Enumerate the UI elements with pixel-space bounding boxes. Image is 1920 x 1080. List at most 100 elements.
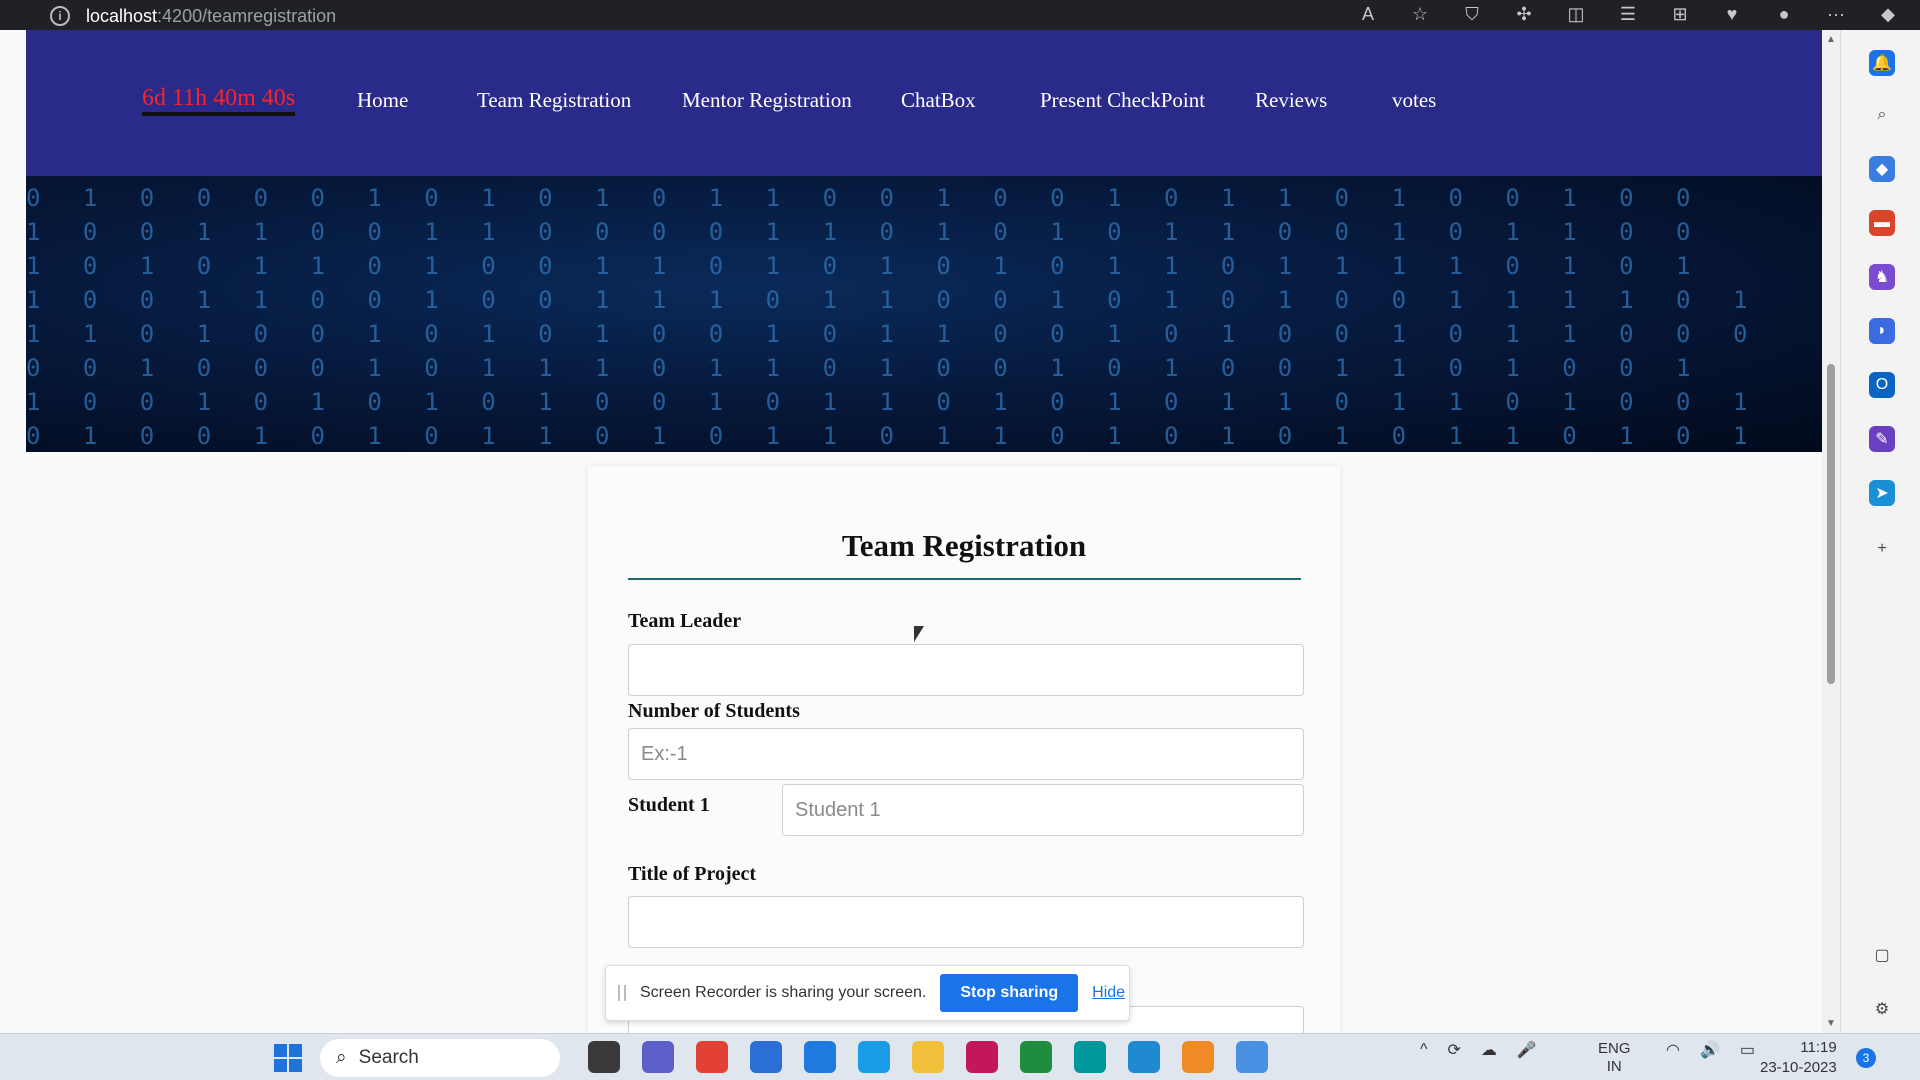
page-viewport: 6d 11h 40m 40s Home Team Registration Me… (26, 30, 1854, 1033)
scroll-up-icon[interactable]: ▲ (1826, 34, 1836, 45)
url-path: :4200/teamregistration (157, 5, 337, 26)
screen-recorder-icon[interactable] (966, 1041, 998, 1073)
task-view-icon[interactable] (588, 1041, 620, 1073)
banner-row: 1 1 0 1 0 0 1 0 1 0 1 0 0 1 0 1 1 0 0 1 … (26, 320, 1762, 348)
mail-icon[interactable] (804, 1041, 836, 1073)
project-title-input[interactable] (628, 896, 1304, 948)
registration-form-card: Team Registration Team Leader Number of … (588, 466, 1340, 1033)
collections-icon[interactable]: ⊞ (1668, 4, 1692, 25)
system-tray: ^ ⟳ ☁ 🎤 (1420, 1040, 1537, 1060)
copilot-icon[interactable]: ◆ (1876, 4, 1900, 25)
teams-chat-icon[interactable] (642, 1041, 674, 1073)
number-of-students-label: Number of Students (628, 700, 800, 722)
scroll-thumb[interactable] (1827, 364, 1835, 684)
language-code: ENG (1598, 1040, 1631, 1057)
search-label: Search (358, 1047, 419, 1068)
countdown-timer: 6d 11h 40m 40s (142, 85, 296, 116)
banner-row: 1 0 0 1 0 1 0 1 0 1 0 0 1 0 1 1 0 1 0 1 … (26, 388, 1762, 416)
browser-sidebar: 🔔 ⌕ ◆ ▬ ♞ ◗ O ✎ ➤ + ▢ ⚙ (1840, 30, 1920, 1033)
games-icon[interactable]: ♞ (1869, 264, 1895, 290)
sync-icon[interactable]: ⟳ (1448, 1040, 1461, 1060)
project-title-label: Title of Project (628, 863, 757, 885)
nav-present-checkpoint[interactable]: Present CheckPoint (1040, 88, 1205, 113)
clock[interactable]: 11:19 23-10-2023 (1760, 1038, 1837, 1078)
nav-team-registration[interactable]: Team Registration (477, 88, 631, 113)
banner-row: 0 1 0 0 1 0 1 0 1 1 0 1 0 1 1 0 1 1 0 1 … (26, 422, 1762, 450)
xbox-icon[interactable] (1020, 1041, 1052, 1073)
team-leader-input[interactable] (628, 644, 1304, 696)
favorites-list-icon[interactable]: ☰ (1616, 4, 1640, 25)
banner-row: 0 1 0 0 0 0 1 0 1 0 1 0 1 1 0 0 1 0 0 1 … (26, 184, 1705, 212)
copilot-app-icon[interactable]: ◗ (1869, 318, 1895, 344)
share-message: Screen Recorder is sharing your screen. (640, 984, 927, 1001)
split-screen-icon[interactable]: ◫ (1564, 4, 1588, 25)
arduino-icon[interactable] (1074, 1041, 1106, 1073)
chrome-icon[interactable] (696, 1041, 728, 1073)
pinned-apps (588, 1041, 1268, 1073)
status-icons: ◠ 🔊 ▭ (1666, 1040, 1755, 1060)
language-region: IN (1606, 1058, 1622, 1075)
nav-reviews[interactable]: Reviews (1255, 88, 1327, 113)
nav-votes[interactable]: votes (1392, 88, 1436, 113)
vlc-icon[interactable] (1182, 1041, 1214, 1073)
title-divider (628, 578, 1301, 580)
nav-chatbox[interactable]: ChatBox (901, 88, 976, 113)
browser-tools: A ☆ ⛉ ✣ ◫ ☰ ⊞ ♥ ● ··· ◆ (1356, 4, 1900, 25)
banner-row: 0 0 1 0 0 0 1 0 1 1 1 0 1 1 0 1 0 0 1 0 … (26, 354, 1705, 382)
profile-avatar-icon[interactable]: ● (1772, 4, 1796, 25)
extensions-icon[interactable]: ✣ (1512, 4, 1536, 25)
url-host: localhost (86, 5, 158, 26)
student-1-input[interactable] (782, 784, 1304, 836)
notification-count-badge[interactable]: 3 (1856, 1048, 1876, 1068)
vscode-icon[interactable] (1128, 1041, 1160, 1073)
outlook-icon[interactable]: O (1869, 372, 1895, 398)
file-explorer-icon[interactable] (912, 1041, 944, 1073)
edge-icon[interactable] (858, 1041, 890, 1073)
banner-row: 1 0 1 0 1 1 0 1 0 0 1 1 0 1 0 1 0 1 0 1 … (26, 252, 1705, 280)
binary-code-banner: 0 1 0 0 0 0 1 0 1 0 1 0 1 1 0 0 1 0 0 1 … (26, 176, 1824, 452)
settings-gear-icon[interactable]: ⚙ (1869, 996, 1895, 1022)
notification-bell-icon[interactable]: 🔔 (1869, 50, 1895, 76)
nav-home[interactable]: Home (357, 88, 408, 113)
more-options-icon[interactable]: ··· (1824, 4, 1848, 25)
taskbar-search[interactable]: ⌕ Search (320, 1039, 560, 1077)
scroll-down-icon[interactable]: ▼ (1826, 1018, 1836, 1029)
screen-share-bar: Screen Recorder is sharing your screen. … (605, 965, 1130, 1021)
mouse-cursor (914, 626, 924, 642)
volume-icon[interactable]: 🔊 (1700, 1040, 1720, 1060)
hide-link[interactable]: Hide (1092, 984, 1125, 1002)
onedrive-icon[interactable]: ☁ (1481, 1040, 1497, 1060)
camera-app-icon[interactable] (1236, 1041, 1268, 1073)
wifi-icon[interactable]: ◠ (1666, 1040, 1680, 1060)
store-icon[interactable] (750, 1041, 782, 1073)
search-icon: ⌕ (336, 1047, 347, 1068)
info-icon[interactable]: i (50, 6, 70, 26)
page-scrollbar[interactable]: ▲ ▼ (1822, 30, 1840, 1033)
clock-date: 23-10-2023 (1760, 1059, 1837, 1076)
number-of-students-input[interactable] (628, 728, 1304, 780)
drag-handle-icon[interactable] (618, 985, 626, 1001)
address-bar[interactable]: i localhost:4200/teamregistration (50, 6, 336, 26)
read-aloud-icon[interactable]: A (1356, 4, 1380, 25)
battery-icon[interactable]: ▭ (1740, 1040, 1755, 1060)
top-navbar: 6d 11h 40m 40s Home Team Registration Me… (26, 30, 1824, 176)
performance-icon[interactable]: ♥ (1720, 4, 1744, 25)
designer-icon[interactable]: ✎ (1869, 426, 1895, 452)
search-icon[interactable]: ⌕ (1869, 102, 1895, 128)
send-icon[interactable]: ➤ (1869, 480, 1895, 506)
microphone-icon[interactable]: 🎤 (1517, 1040, 1537, 1060)
shopping-tag-icon[interactable]: ◆ (1869, 156, 1895, 182)
favorite-star-icon[interactable]: ☆ (1408, 4, 1432, 25)
extension-shield-icon[interactable]: ⛉ (1460, 4, 1484, 25)
tools-briefcase-icon[interactable]: ▬ (1869, 210, 1895, 236)
windows-taskbar: ⌕ Search ^ ⟳ ☁ 🎤 ENG IN ◠ 🔊 ▭ 11:19 23-1… (0, 1033, 1920, 1080)
stop-sharing-button[interactable]: Stop sharing (940, 974, 1079, 1012)
nav-mentor-registration[interactable]: Mentor Registration (682, 88, 852, 113)
sidebar-toggle-icon[interactable]: ▢ (1869, 942, 1895, 968)
language-indicator[interactable]: ENG IN (1598, 1040, 1631, 1076)
screen: i localhost:4200/teamregistration A ☆ ⛉ … (0, 0, 1920, 1080)
clock-time: 11:19 (1800, 1039, 1837, 1056)
add-icon[interactable]: + (1869, 536, 1895, 562)
windows-start-icon[interactable] (274, 1044, 302, 1072)
show-hidden-icons-icon[interactable]: ^ (1420, 1041, 1428, 1059)
